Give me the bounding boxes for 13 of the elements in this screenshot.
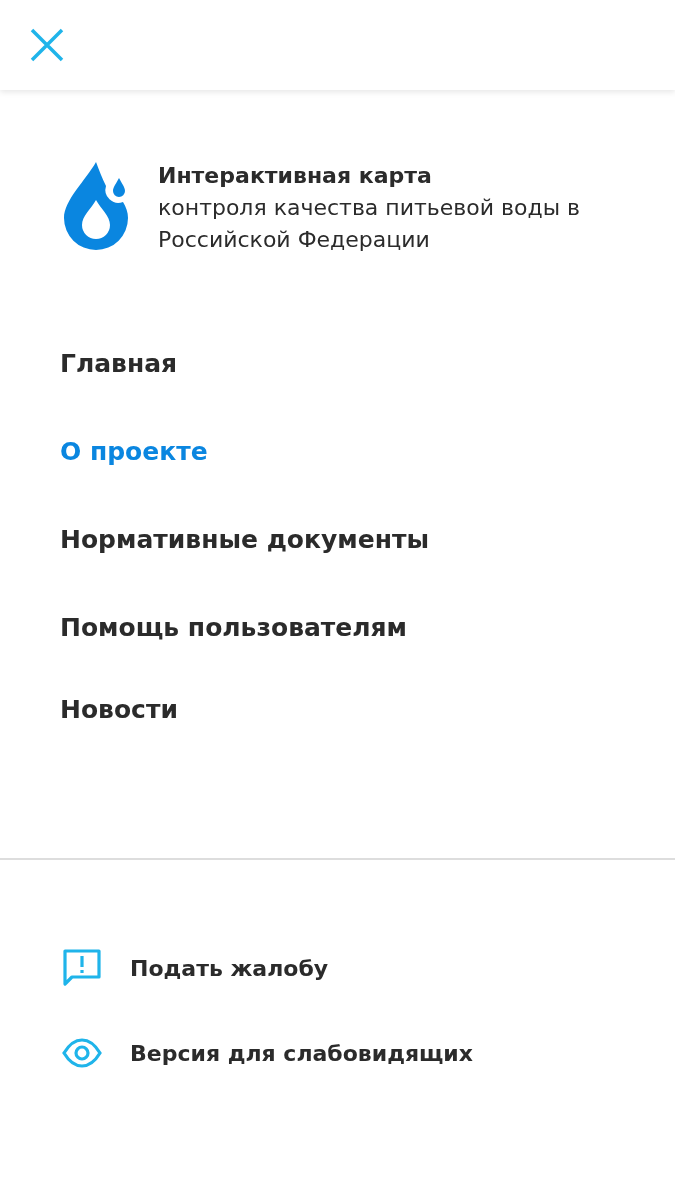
app-subtitle: контроля качества питьевой воды в Российской Федерации xyxy=(158,194,581,254)
menu-item[interactable]: Новости xyxy=(60,690,675,778)
alert-message-icon xyxy=(62,948,102,988)
menu-item[interactable]: О проекте xyxy=(60,432,675,520)
menu-link[interactable]: Версия для слабовидящих xyxy=(62,1033,675,1073)
close-icon xyxy=(30,28,64,62)
menu-item[interactable]: Нормативные документы xyxy=(60,520,675,608)
menu-item[interactable]: Главная xyxy=(60,344,675,432)
app-title: Интерактивная карта xyxy=(158,162,433,190)
close-button[interactable] xyxy=(30,28,64,62)
menu-link[interactable]: Подать жалобу xyxy=(62,948,675,988)
water-drop-icon xyxy=(62,160,130,250)
menu-item[interactable]: Помощь пользователям xyxy=(60,608,675,690)
